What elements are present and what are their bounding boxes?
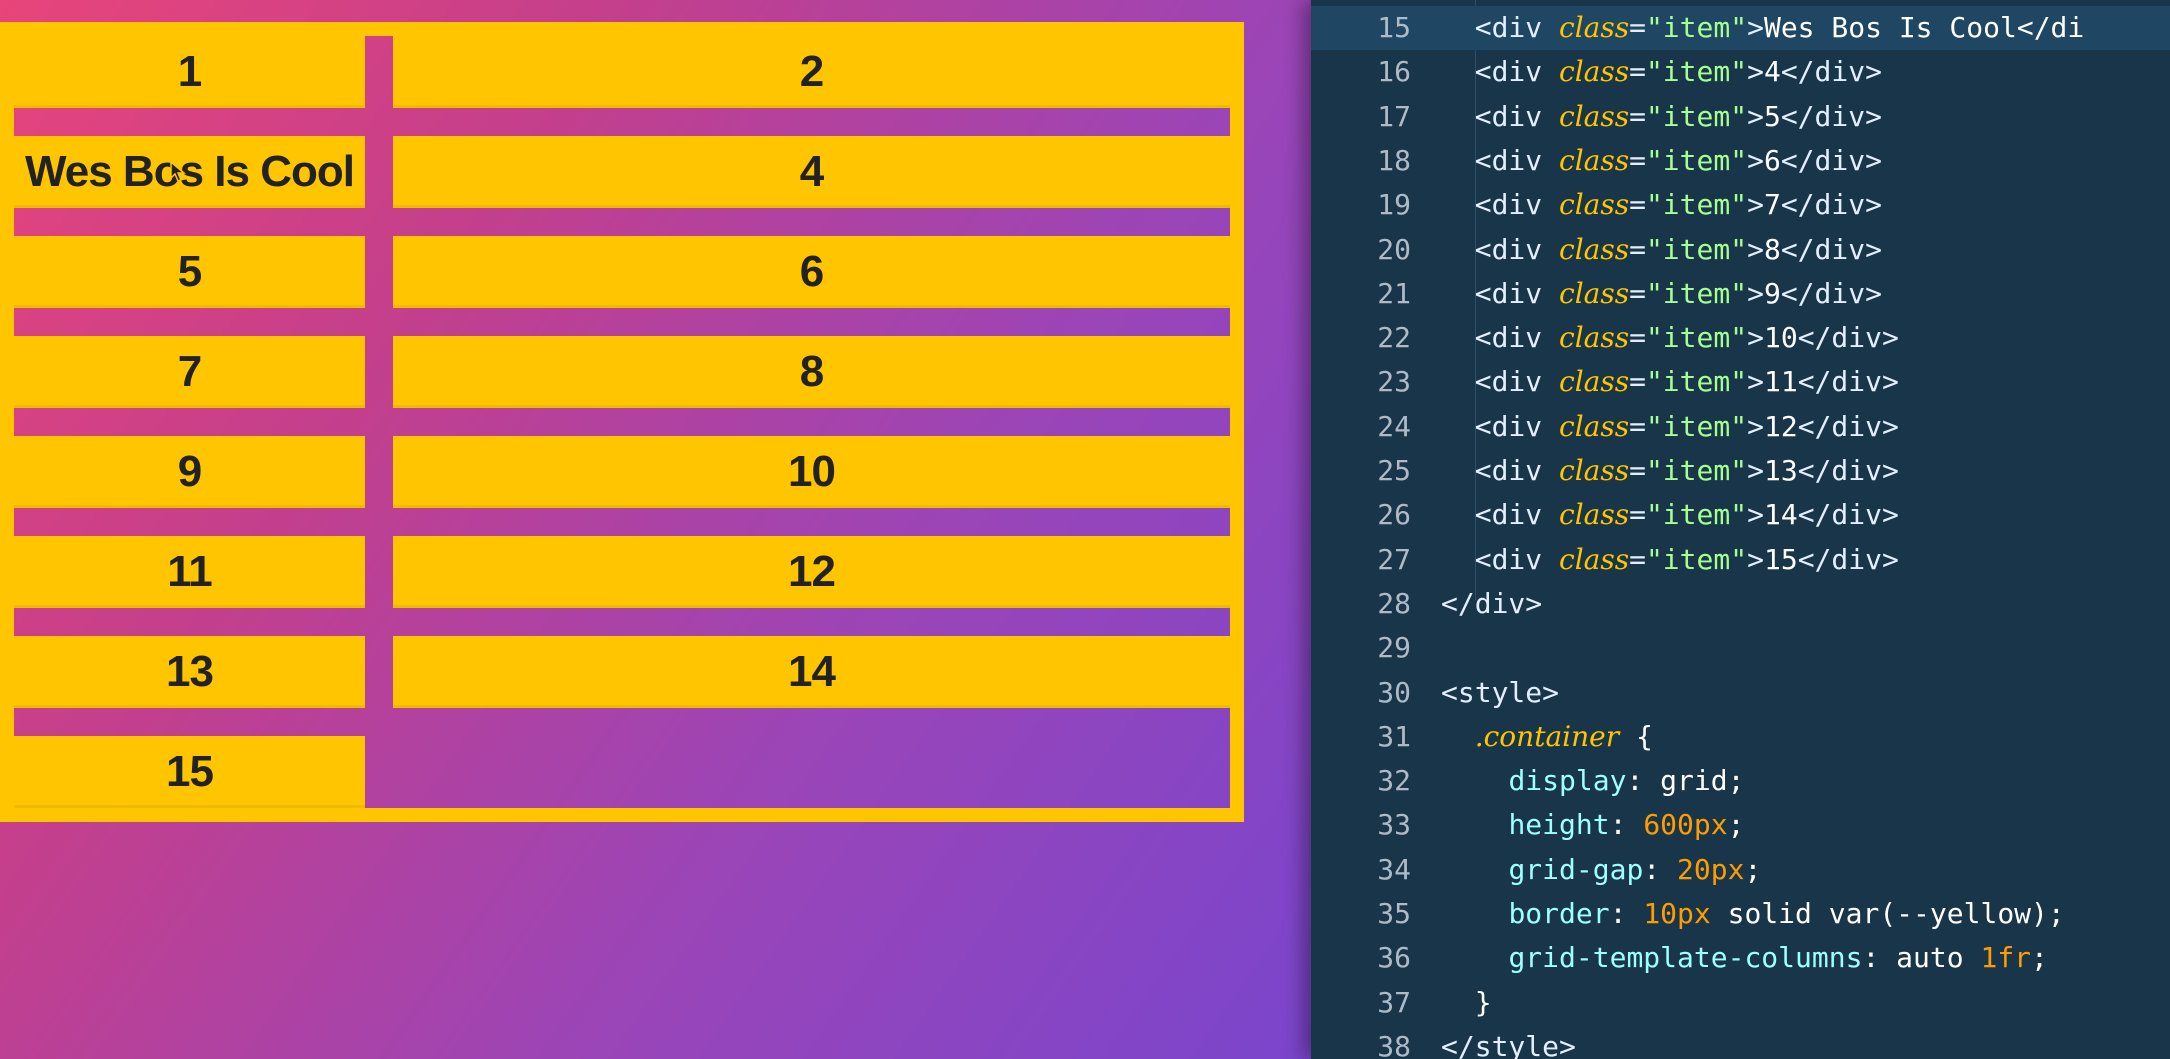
- code-editor[interactable]: 15 <div class="item">Wes Bos Is Cool</di…: [1311, 0, 2170, 1059]
- grid-item: 9: [14, 436, 365, 508]
- code-line[interactable]: 19 <div class="item">7</div>: [1311, 183, 2170, 227]
- code-text[interactable]: <div class="item">7</div>: [1441, 183, 1882, 227]
- code-line[interactable]: 15 <div class="item">Wes Bos Is Cool</di: [1311, 6, 2170, 50]
- line-number: 38: [1377, 1029, 1411, 1059]
- line-number: 22: [1377, 321, 1411, 355]
- code-text[interactable]: <div class="item">6</div>: [1441, 139, 1882, 183]
- code-text[interactable]: </div>: [1441, 582, 1542, 626]
- line-number: 33: [1377, 808, 1411, 842]
- code-line[interactable]: 22 <div class="item">10</div>: [1311, 316, 2170, 360]
- grid-item: 12: [393, 536, 1230, 608]
- grid-item: 13: [14, 636, 365, 708]
- code-text[interactable]: .container {: [1441, 715, 1653, 759]
- code-text[interactable]: }: [1441, 981, 1492, 1025]
- grid-item: 14: [393, 636, 1230, 708]
- grid-item: 10: [393, 436, 1230, 508]
- line-number: 20: [1377, 232, 1411, 266]
- code-line[interactable]: 25 <div class="item">13</div>: [1311, 449, 2170, 493]
- code-line[interactable]: 17 <div class="item">5</div>: [1311, 95, 2170, 139]
- code-line[interactable]: 27 <div class="item">15</div>: [1311, 538, 2170, 582]
- line-number: 25: [1377, 454, 1411, 487]
- grid-item: 8: [393, 336, 1230, 408]
- code-text[interactable]: <div class="item">4</div>: [1441, 50, 1882, 94]
- code-line[interactable]: 35 border: 10px solid var(--yellow);: [1311, 892, 2170, 936]
- line-number: 18: [1377, 143, 1411, 177]
- line-number: 37: [1377, 985, 1411, 1019]
- code-text[interactable]: height: 600px;: [1441, 803, 1744, 847]
- code-line[interactable]: 34 grid-gap: 20px;: [1311, 848, 2170, 892]
- line-number: 27: [1377, 542, 1411, 576]
- code-text[interactable]: <div class="item">8</div>: [1441, 228, 1882, 272]
- grid-item: 4: [393, 136, 1230, 208]
- line-number: 31: [1377, 719, 1411, 753]
- code-line[interactable]: 29: [1311, 626, 2170, 670]
- line-number: 28: [1377, 586, 1411, 620]
- code-line[interactable]: 23 <div class="item">11</div>: [1311, 360, 2170, 404]
- line-number: 26: [1377, 498, 1411, 532]
- line-number: 15: [1377, 11, 1411, 44]
- mouse-cursor-icon: [170, 160, 187, 182]
- code-text[interactable]: <style>: [1441, 671, 1559, 715]
- line-number: 19: [1377, 188, 1411, 222]
- line-number: 23: [1377, 365, 1411, 399]
- line-number: 32: [1377, 764, 1411, 798]
- code-text[interactable]: <div class="item">12</div>: [1441, 405, 1899, 449]
- code-line[interactable]: 30 <style>: [1311, 671, 2170, 715]
- line-number: 29: [1377, 631, 1411, 665]
- code-line[interactable]: 37 }: [1311, 981, 2170, 1025]
- grid-item: 15: [14, 736, 365, 808]
- grid-item: 11: [14, 536, 365, 608]
- code-text[interactable]: </style>: [1441, 1025, 1576, 1059]
- code-line[interactable]: 21 <div class="item">9</div>: [1311, 272, 2170, 316]
- grid-item: 2: [393, 36, 1230, 108]
- code-line[interactable]: 18 <div class="item">6</div>: [1311, 139, 2170, 183]
- code-text[interactable]: <div class="item">5</div>: [1441, 95, 1882, 139]
- code-text[interactable]: grid-gap: 20px;: [1441, 848, 1761, 892]
- code-line[interactable]: 31 .container {: [1311, 715, 2170, 759]
- code-line[interactable]: 33 height: 600px;: [1311, 803, 2170, 847]
- code-line[interactable]: 26 <div class="item">14</div>: [1311, 493, 2170, 537]
- code-text[interactable]: <div class="item">9</div>: [1441, 272, 1882, 316]
- code-line[interactable]: 28 </div>: [1311, 582, 2170, 626]
- line-number: 24: [1377, 409, 1411, 443]
- line-number: 35: [1377, 897, 1411, 930]
- grid-item: 6: [393, 236, 1230, 308]
- code-line[interactable]: 32 display: grid;: [1311, 759, 2170, 803]
- line-number: 30: [1377, 675, 1411, 709]
- line-number: 36: [1377, 941, 1411, 975]
- code-text[interactable]: grid-template-columns: auto 1fr;: [1441, 936, 2047, 980]
- code-text[interactable]: <div class="item">Wes Bos Is Cool</di: [1441, 6, 2085, 50]
- line-number: 34: [1377, 852, 1411, 886]
- line-number: 17: [1377, 99, 1411, 133]
- code-text[interactable]: <div class="item">10</div>: [1441, 316, 1899, 360]
- code-line[interactable]: 20 <div class="item">8</div>: [1311, 228, 2170, 272]
- browser-preview: 1 2 Wes Bos Is Cool 4 5 6 7 8 9 10 11 12 13 14 15: [0, 0, 1311, 1059]
- code-line[interactable]: 24 <div class="item">12</div>: [1311, 405, 2170, 449]
- code-line[interactable]: 16 <div class="item">4</div>: [1311, 50, 2170, 94]
- grid-item: 1: [14, 36, 365, 108]
- code-text[interactable]: <div class="item">13</div>: [1441, 449, 1899, 493]
- grid-item: 7: [14, 336, 365, 408]
- code-text[interactable]: display: grid;: [1441, 759, 1744, 803]
- code-line[interactable]: 36 grid-template-columns: auto 1fr;: [1311, 936, 2170, 980]
- grid-container: 1 2 Wes Bos Is Cool 4 5 6 7 8 9 10 11 12 13 14 15: [0, 22, 1244, 822]
- code-text[interactable]: <div class="item">11</div>: [1441, 360, 1899, 404]
- code-text[interactable]: <div class="item">14</div>: [1441, 493, 1899, 537]
- line-number: 21: [1377, 276, 1411, 310]
- code-line[interactable]: 38 </style>: [1311, 1025, 2170, 1059]
- code-text[interactable]: <div class="item">15</div>: [1441, 538, 1899, 582]
- line-number: 16: [1377, 55, 1411, 89]
- code-text[interactable]: border: 10px solid var(--yellow);: [1441, 892, 2064, 936]
- grid-item: 5: [14, 236, 365, 308]
